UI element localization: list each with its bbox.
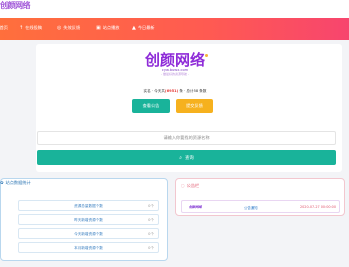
site-logo[interactable]: 创颜网络: [0, 0, 31, 11]
main-nav: · 首页 ↑ 在线投稿 ◎ 失效反馈 ▣ 站点播放 ▲ 今日最新: [0, 18, 349, 40]
nav-item-feedback[interactable]: ◎ 失效反馈: [57, 25, 80, 31]
nav-label: 首页: [0, 25, 8, 30]
notice-item-title[interactable]: 公告通知: [244, 205, 258, 210]
notice-tag: 创颜网络: [189, 205, 202, 209]
stats-title: ✿ 站点数据统计: [0, 180, 31, 185]
grid-icon: ▣: [96, 25, 101, 31]
submit-feedback-button[interactable]: 提交反馈: [176, 99, 213, 113]
notice-title: ◌ 公告栏: [181, 183, 200, 188]
nav-label: 今日最新: [137, 25, 155, 30]
search-button-label: 查询: [185, 155, 194, 161]
stat-row: 本月新增资源个数 0个: [18, 242, 159, 253]
brand-logo: 创颜网络 cyw.buwx.com - 做最好的资源导航 -: [140, 52, 210, 76]
site-info: 实名 · 今天共(6951) 条 · 总计58 条数: [143, 89, 207, 93]
search-icon: ⌕: [179, 154, 182, 161]
nav-item-sites[interactable]: ▣ 站点播放: [96, 25, 120, 31]
brand-slogan: - 做最好的资源导航 -: [160, 72, 190, 76]
notice-item[interactable]: 创颜网络 公告通知 2020-07-27 00:00:00: [181, 200, 340, 213]
stat-row: 昨天新增资源个数 0个: [18, 214, 159, 225]
logo-dot-icon: [205, 54, 208, 57]
top-bar: 创颜网络: [0, 0, 349, 18]
search-button[interactable]: ⌕ 查询: [37, 150, 336, 165]
notice-item-time: 2020-07-27 00:00:00: [299, 205, 336, 209]
upload-icon: ↑: [19, 25, 24, 31]
search-input[interactable]: 请输入你要找的资源名称: [37, 131, 336, 145]
nav-item-home[interactable]: · 首页: [0, 25, 8, 31]
stat-row: 今天新增资源个数 0个: [18, 228, 159, 239]
nav-label: 失效反馈: [63, 25, 81, 30]
chart-icon: ✿: [0, 180, 4, 185]
view-notice-button[interactable]: 查看公告: [132, 99, 170, 113]
stat-row: 资源总量数据个数 0个: [18, 200, 159, 211]
brand-title: 创颜网络: [144, 51, 205, 69]
nav-item-latest[interactable]: ▲ 今日最新: [132, 25, 155, 31]
feedback-icon: ◎: [57, 25, 62, 31]
star-icon: ▲: [132, 25, 136, 31]
bell-icon: ◌: [181, 183, 185, 188]
nav-label: 站点播放: [102, 25, 120, 30]
nav-item-submit[interactable]: ↑ 在线投稿: [19, 25, 42, 31]
nav-label: 在线投稿: [25, 25, 42, 30]
